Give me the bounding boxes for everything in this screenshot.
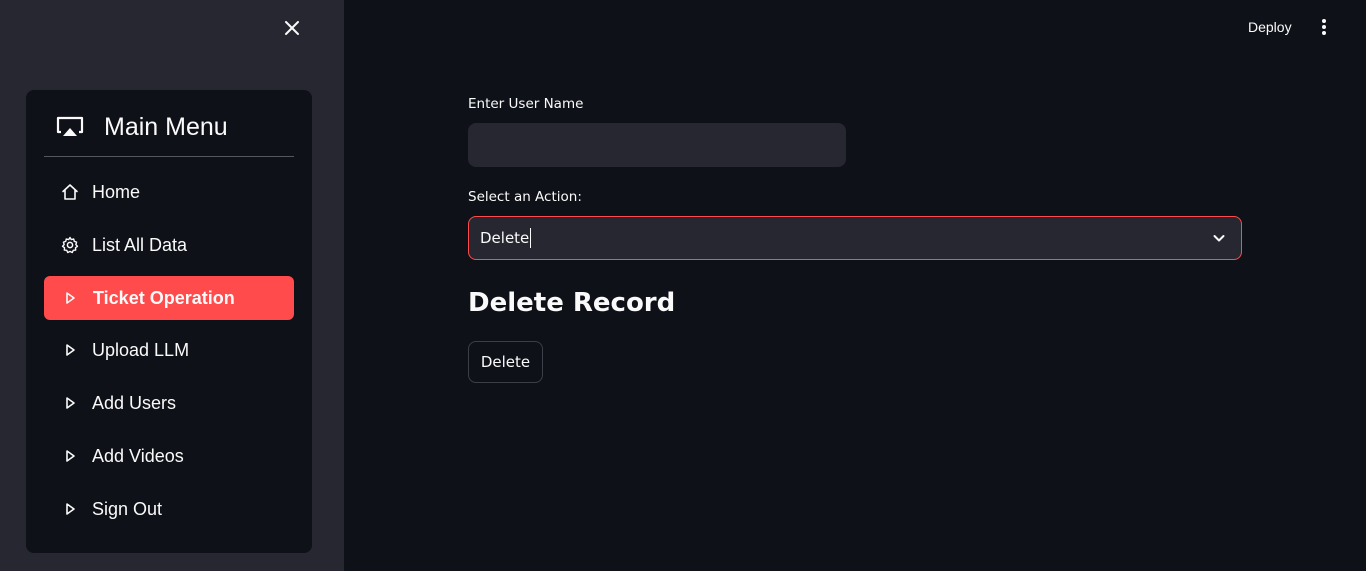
sidebar-item-label: Upload LLM	[92, 339, 190, 360]
kebab-menu-icon	[1322, 19, 1326, 35]
gear-icon	[61, 236, 79, 254]
house-icon	[61, 183, 79, 201]
sidebar-item-label: List All Data	[92, 234, 188, 255]
menu-header: Main Menu	[44, 112, 294, 157]
action-select[interactable]: Delete	[468, 216, 1242, 260]
menu-divider	[44, 156, 294, 157]
play-outline-icon	[61, 341, 79, 359]
sidebar-item-add-users[interactable]: Add Users	[44, 381, 294, 425]
user-name-label: Enter User Name	[468, 96, 584, 112]
section-heading: Delete Record	[468, 288, 676, 318]
menu-title: Main Menu	[104, 113, 228, 141]
sidebar-item-label: Sign Out	[92, 498, 163, 519]
sidebar-item-sign-out[interactable]: Sign Out	[44, 487, 294, 531]
sidebar-item-label: Add Videos	[92, 445, 184, 466]
sidebar-item-list-all-data[interactable]: List All Data	[44, 223, 294, 267]
sidebar-item-label: Ticket Operation	[93, 287, 235, 308]
action-label: Select an Action:	[468, 189, 582, 205]
sidebar-item-ticket-operation[interactable]: Ticket Operation	[44, 276, 294, 320]
chevron-down-icon	[1213, 235, 1225, 242]
sidebar-item-add-videos[interactable]: Add Videos	[44, 434, 294, 478]
user-name-input[interactable]	[468, 123, 846, 167]
close-sidebar-button[interactable]	[280, 16, 304, 40]
sidebar-item-label: Home	[92, 181, 141, 202]
play-outline-icon	[61, 289, 79, 307]
sidebar-item-home[interactable]: Home	[44, 170, 294, 214]
deploy-button[interactable]: Deploy	[1238, 16, 1302, 38]
sidebar-item-label: Add Users	[92, 392, 177, 413]
action-select-value: Delete	[480, 229, 530, 247]
main-menu-button[interactable]	[1314, 16, 1334, 38]
delete-button[interactable]: Delete	[468, 341, 543, 383]
close-icon	[285, 21, 299, 35]
airplay-icon	[56, 116, 84, 136]
sidebar: Main Menu Home List All Data Ticket Oper…	[0, 0, 344, 571]
play-outline-icon	[61, 500, 79, 518]
main-menu: Main Menu Home List All Data Ticket Oper…	[26, 90, 312, 553]
sidebar-item-upload-llm[interactable]: Upload LLM	[44, 328, 294, 372]
text-cursor	[530, 228, 532, 248]
play-outline-icon	[61, 447, 79, 465]
play-outline-icon	[61, 394, 79, 412]
